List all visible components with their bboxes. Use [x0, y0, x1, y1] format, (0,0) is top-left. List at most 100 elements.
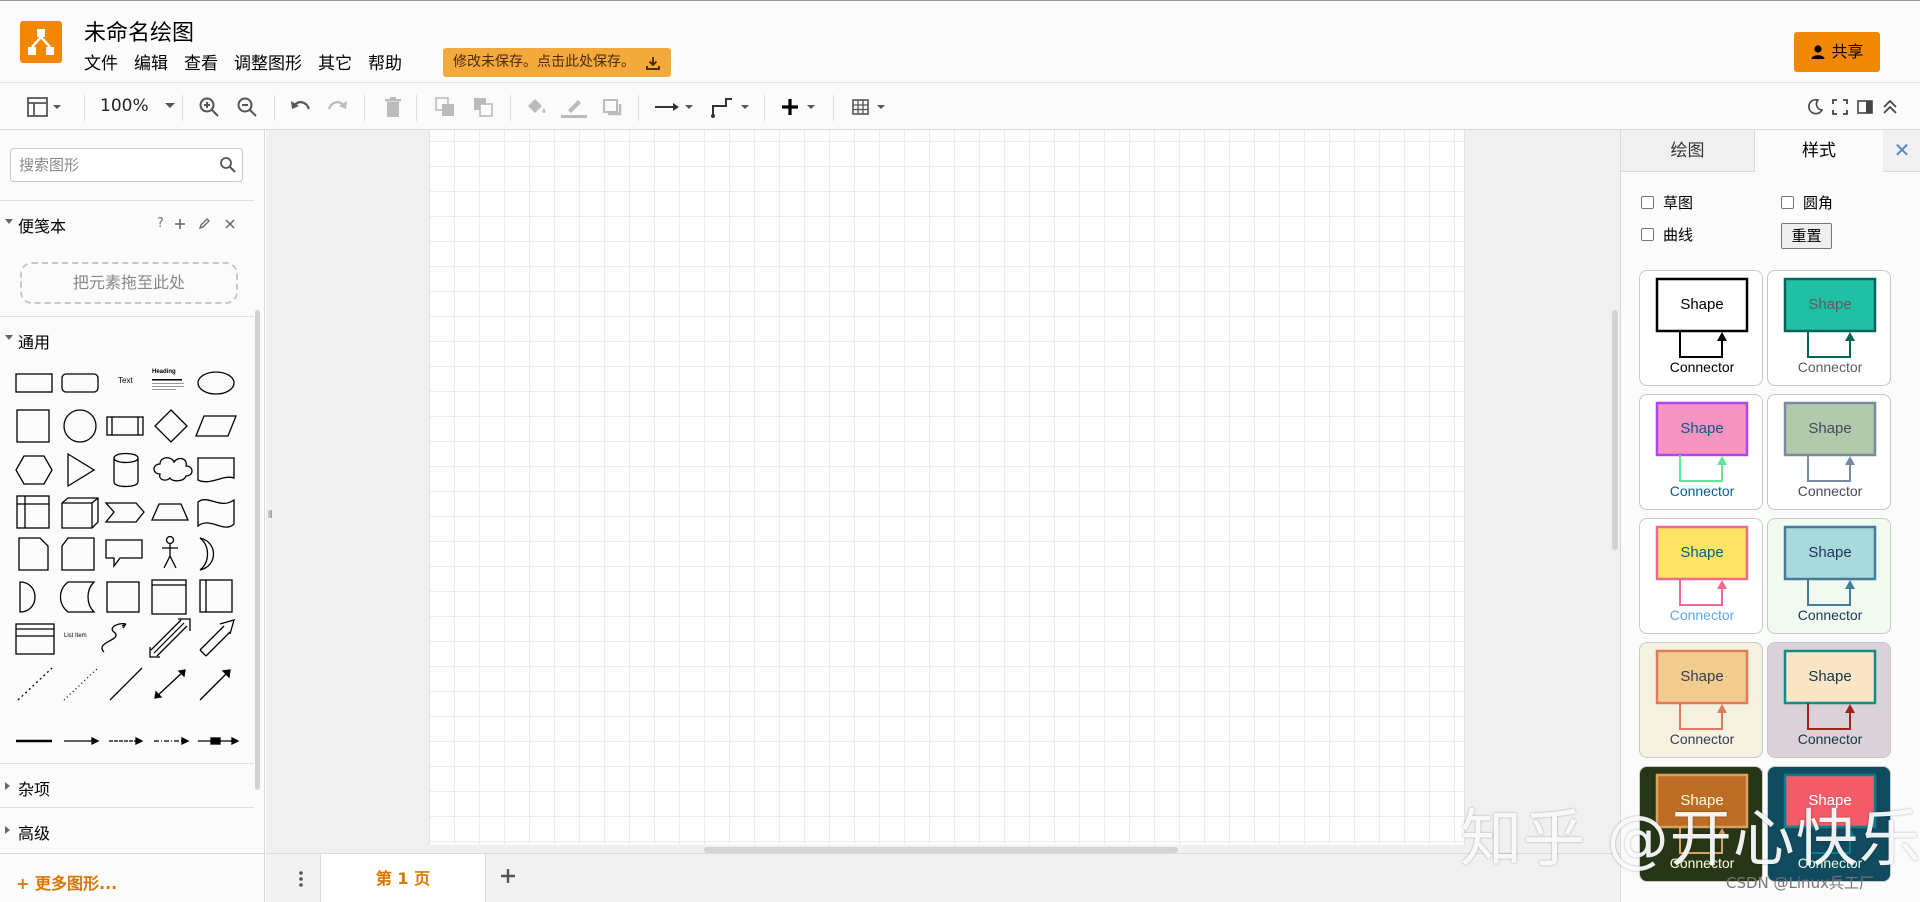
dark-mode-button[interactable] [1806, 95, 1824, 119]
style-preset-card[interactable]: Shape Connector [1639, 518, 1763, 634]
dotted-line-shape[interactable] [63, 667, 99, 701]
rounded-rectangle-shape[interactable] [61, 373, 99, 393]
tab-style[interactable]: 样式 [1755, 130, 1883, 172]
delete-button[interactable] [383, 95, 403, 119]
style-preset-card[interactable]: Shape Connector [1767, 642, 1891, 758]
style-preset-card[interactable]: Shape Connector [1639, 270, 1763, 386]
fullscreen-button[interactable] [1831, 95, 1849, 119]
menu-file[interactable]: 文件 [84, 51, 118, 77]
style-preset-card[interactable]: Shape Connector [1767, 270, 1891, 386]
page-tab[interactable]: 第 1 页 [320, 854, 486, 902]
arrow-shape[interactable] [199, 619, 235, 657]
close-panel-button[interactable]: ✕ [1883, 130, 1920, 172]
diagram-canvas[interactable] [266, 130, 1620, 853]
page-sheet[interactable] [429, 130, 1465, 845]
menu-view[interactable]: 查看 [184, 51, 218, 77]
rounded-option[interactable]: 圆角 [1781, 192, 1833, 213]
curved-option[interactable]: 曲线 [1641, 224, 1693, 245]
line-color-button[interactable] [560, 95, 588, 119]
scratchpad-section-header[interactable]: 便笺本 [0, 200, 254, 244]
misc-section-header[interactable]: 杂项 [0, 763, 254, 807]
cylinder-shape[interactable] [113, 452, 139, 488]
reset-button[interactable]: 重置 [1781, 223, 1832, 249]
toggle-format-panel-button[interactable] [1856, 95, 1874, 119]
menu-edit[interactable]: 编辑 [134, 51, 168, 77]
square-shape[interactable] [16, 409, 50, 443]
text-shape[interactable]: Text [118, 376, 133, 385]
frame-shape[interactable] [106, 581, 140, 613]
heading-shape[interactable]: Heading [152, 369, 176, 375]
callout-shape[interactable] [105, 539, 143, 568]
more-shapes-button[interactable]: + 更多图形... [16, 870, 117, 894]
search-icon[interactable] [219, 156, 237, 174]
document-shape[interactable] [197, 457, 235, 483]
style-preset-card[interactable]: Shape Connector [1639, 642, 1763, 758]
diamond-shape[interactable] [154, 409, 188, 443]
redo-button[interactable] [326, 95, 350, 119]
fill-color-button[interactable] [524, 95, 548, 119]
dashed-line-shape[interactable] [17, 667, 53, 701]
to-front-button[interactable] [434, 95, 456, 119]
trapezoid-shape[interactable] [151, 503, 189, 521]
ellipse-shape[interactable] [197, 371, 235, 395]
actor-shape[interactable] [162, 544, 178, 569]
document-title[interactable]: 未命名绘图 [84, 15, 194, 47]
curved-checkbox[interactable] [1641, 228, 1654, 241]
format-panel-toggle[interactable] [26, 95, 62, 119]
vertical-scrollbar[interactable] [1612, 310, 1618, 550]
list-item-shape[interactable]: List Item [64, 633, 87, 639]
to-back-button[interactable] [472, 95, 494, 119]
general-section-header[interactable]: 通用 [0, 316, 254, 360]
collapse-toolbar-button[interactable] [1881, 95, 1899, 119]
tape-shape[interactable] [197, 498, 235, 528]
menu-arrange[interactable]: 调整图形 [234, 51, 302, 77]
scratchpad-help-button[interactable]: ? [157, 216, 164, 231]
unsaved-changes-button[interactable]: 修改未保存。点击此处保存。 [443, 48, 671, 77]
data-storage-shape[interactable] [59, 581, 96, 613]
hexagon-shape[interactable] [15, 455, 53, 485]
or-shape[interactable] [199, 537, 215, 571]
zoom-in-button[interactable] [198, 95, 220, 119]
step-shape[interactable] [104, 502, 145, 523]
cloud-shape[interactable] [153, 457, 193, 482]
style-preset-card[interactable]: Shape Connector [1639, 394, 1763, 510]
shadow-button[interactable] [601, 95, 623, 119]
sidebar-splitter-handle[interactable]: ⦀ [268, 510, 272, 521]
sketch-checkbox[interactable] [1641, 196, 1654, 209]
directional-connector-shape[interactable] [199, 669, 231, 701]
vertical-ellipsis-icon[interactable] [298, 870, 304, 888]
parallelogram-shape[interactable] [195, 415, 237, 437]
edit-icon[interactable] [197, 217, 211, 231]
waypoints-button[interactable] [710, 95, 752, 119]
add-page-icon[interactable] [499, 867, 517, 885]
rounded-checkbox[interactable] [1781, 196, 1794, 209]
share-button[interactable]: 共享 [1794, 32, 1880, 72]
style-preset-card[interactable]: Shape Connector [1767, 394, 1891, 510]
sketch-option[interactable]: 草图 [1641, 192, 1693, 213]
advanced-section-header[interactable]: 高级 [0, 807, 254, 851]
line-shape[interactable] [109, 667, 143, 701]
menu-extras[interactable]: 其它 [318, 51, 352, 77]
rectangle-shape[interactable] [15, 373, 53, 393]
bidirectional-connector-shape[interactable] [154, 669, 186, 699]
style-preset-card[interactable]: Shape Connector [1767, 518, 1891, 634]
tab-diagram[interactable]: 绘图 [1621, 130, 1755, 172]
note-shape[interactable] [18, 537, 49, 571]
circle-shape[interactable] [63, 409, 97, 443]
undo-button[interactable] [288, 95, 312, 119]
zoom-out-button[interactable] [236, 95, 258, 119]
zoom-select[interactable]: 100% [100, 96, 178, 116]
swimlane-shape[interactable] [199, 579, 233, 613]
delay-shape[interactable] [19, 581, 36, 613]
add-icon[interactable] [173, 217, 187, 231]
table-button[interactable] [851, 95, 893, 119]
menu-help[interactable]: 帮助 [368, 51, 402, 77]
curve-shape[interactable] [101, 622, 127, 653]
card-shape[interactable] [61, 537, 95, 571]
shape-search-input[interactable] [10, 148, 243, 182]
internal-storage-shape[interactable] [16, 495, 50, 529]
close-icon[interactable] [223, 217, 237, 231]
sidebar-scrollbar[interactable] [255, 310, 260, 790]
connection-style-button[interactable] [654, 95, 696, 119]
cube-shape[interactable] [61, 497, 99, 529]
